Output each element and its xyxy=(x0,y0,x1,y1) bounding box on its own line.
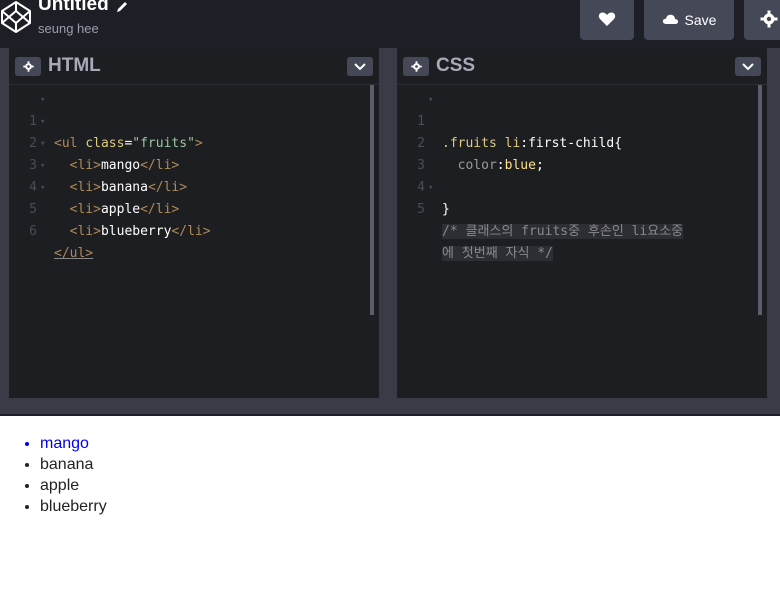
author-name[interactable]: seung hee xyxy=(38,21,99,36)
css-code-editor[interactable]: 1 ▾ .fruits li:first-child{ 2 color:blue;… xyxy=(397,89,767,261)
code-line: 에 첫번째 자식 */ xyxy=(397,199,767,261)
css-collapse-button[interactable] xyxy=(735,57,761,76)
code-line: 4 ▾ <li>apple</li> xyxy=(9,155,379,217)
css-comment: 에 첫번째 자식 */ xyxy=(442,246,553,261)
html-settings-button[interactable] xyxy=(15,57,41,76)
fruits-list: mango banana apple blueberry xyxy=(0,433,107,517)
edit-pencil-icon[interactable] xyxy=(115,0,129,19)
fold-arrow-icon[interactable]: ▾ xyxy=(428,177,433,199)
fold-arrow-icon[interactable]: ▾ xyxy=(40,111,45,133)
gear-icon xyxy=(410,61,422,72)
html-editor-pane: HTML 1 ▾ <ul class="fruits"> 2 ▾ <li>mango… xyxy=(9,48,379,398)
settings-button[interactable] xyxy=(744,0,780,40)
gear-icon xyxy=(22,61,34,72)
save-button[interactable]: Save xyxy=(644,0,734,40)
cloud-icon xyxy=(662,12,679,28)
gear-icon xyxy=(760,10,778,31)
css-comment: /* 클래스의 fruits중 후손인 li요소중 xyxy=(442,224,684,239)
code-line: 1 ▾ .fruits li:first-child{ xyxy=(397,89,767,151)
css-settings-button[interactable] xyxy=(403,57,429,76)
list-item: blueberry xyxy=(40,496,107,517)
html-collapse-button[interactable] xyxy=(347,57,373,76)
code-line: 2 ▾ <li>mango</li> xyxy=(9,111,379,173)
fold-arrow-icon[interactable]: ▾ xyxy=(428,89,433,111)
html-code-editor[interactable]: 1 ▾ <ul class="fruits"> 2 ▾ <li>mango</li>… xyxy=(9,89,379,261)
code-line: 4 } xyxy=(417,180,450,217)
code-line: 5 ▾ <li>blueberry</li> xyxy=(9,177,379,239)
code-line: 2 color:blue; xyxy=(417,136,544,173)
list-item: mango xyxy=(40,433,107,454)
pen-title[interactable]: Untitled xyxy=(38,0,109,16)
code-line: 3 ▾ <li>banana</li> xyxy=(9,133,379,195)
heart-icon xyxy=(598,11,616,30)
list-item: apple xyxy=(40,475,107,496)
css-editor-pane: CSS 1 ▾ .fruits li:first-child{ 2 color:b… xyxy=(397,48,767,398)
like-button[interactable] xyxy=(580,0,634,40)
fold-arrow-icon[interactable]: ▾ xyxy=(40,177,45,199)
code-line: 6 </ul> xyxy=(29,224,94,261)
result-preview: mango banana apple blueberry xyxy=(0,414,780,613)
fold-arrow-icon[interactable]: ▾ xyxy=(40,133,45,155)
css-pane-header: CSS xyxy=(397,48,767,85)
codepen-logo-icon[interactable] xyxy=(0,0,32,39)
css-pane-title: CSS xyxy=(436,55,476,76)
fold-arrow-icon[interactable]: ▾ xyxy=(40,155,45,177)
fold-arrow-icon[interactable]: ▾ xyxy=(40,89,45,111)
html-pane-title: HTML xyxy=(48,55,101,76)
list-item: banana xyxy=(40,454,107,475)
editor-area: HTML 1 ▾ <ul class="fruits"> 2 ▾ <li>mango… xyxy=(0,48,780,414)
chevron-down-icon xyxy=(354,62,366,70)
app-header: Untitled seung hee Save xyxy=(0,0,780,48)
chevron-down-icon xyxy=(742,62,754,70)
code-line: 1 ▾ <ul class="fruits"> xyxy=(9,89,379,151)
save-label: Save xyxy=(684,12,717,28)
code-line: 5 ▾ /* 클래스의 fruits중 후손인 li요소중 xyxy=(397,177,767,239)
html-pane-header: HTML xyxy=(9,48,379,85)
code-line: 3 xyxy=(417,158,425,173)
